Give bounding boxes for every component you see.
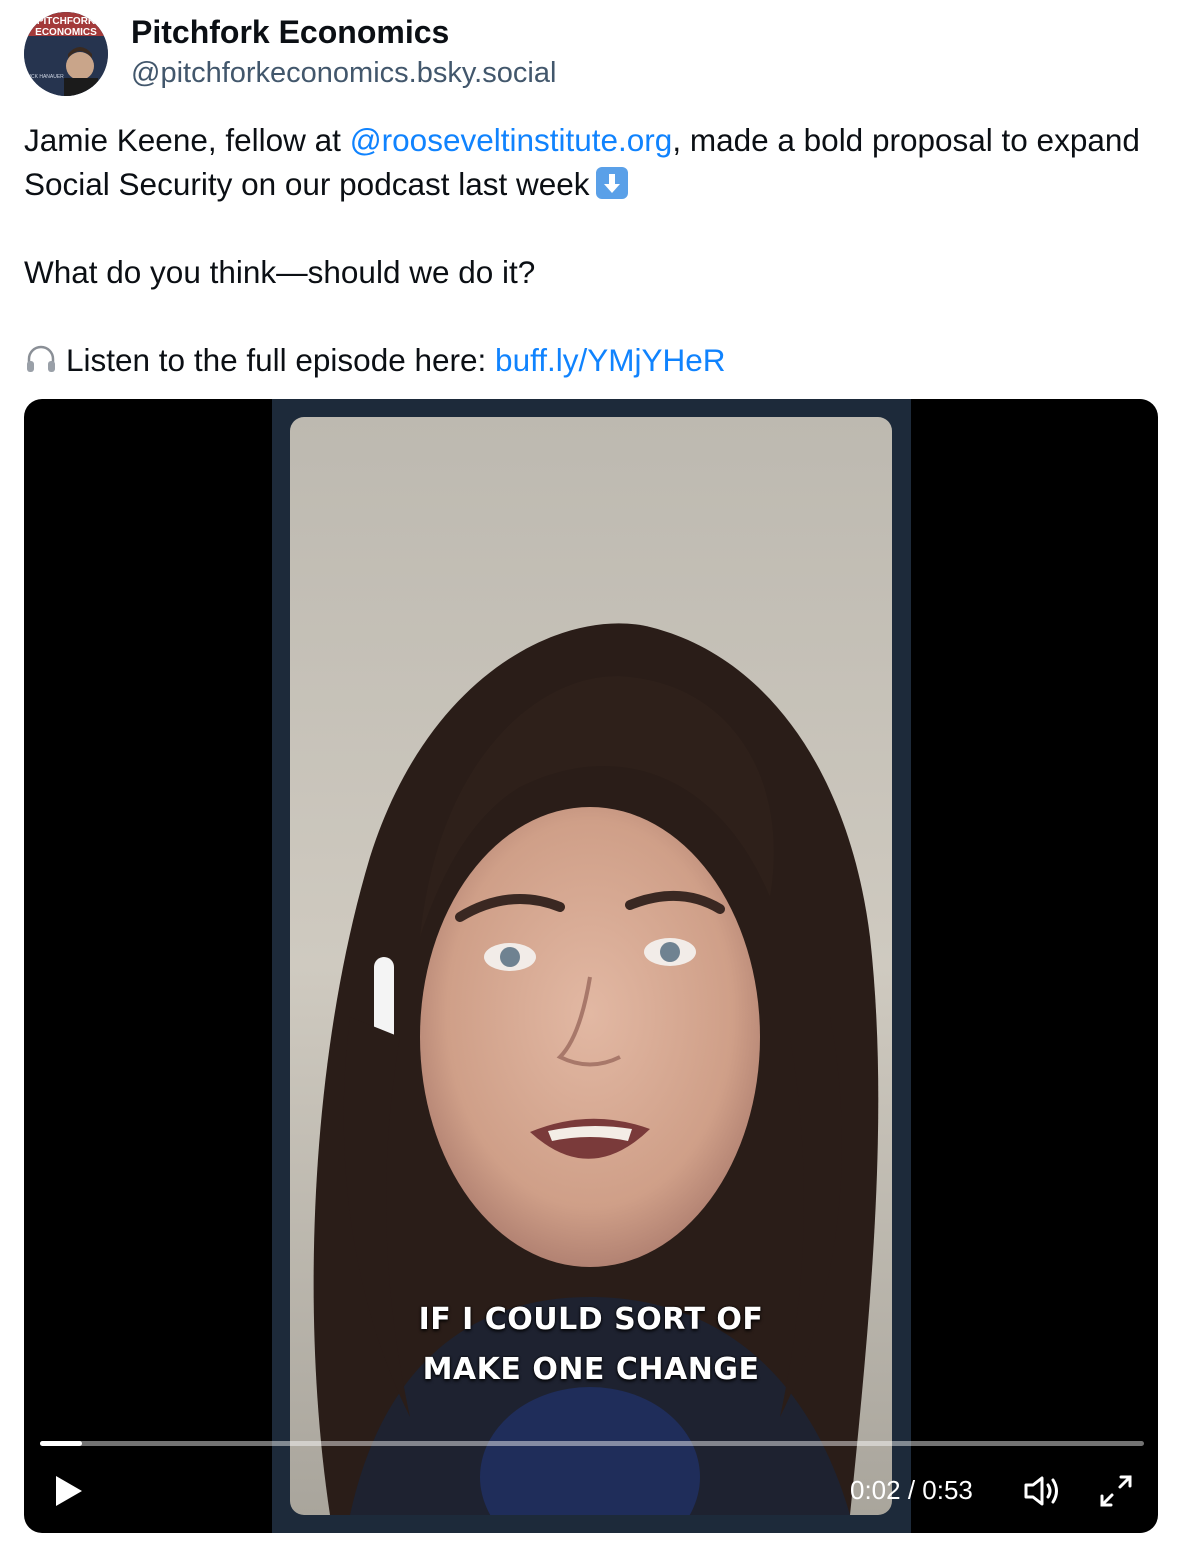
- duration: 0:53: [922, 1475, 973, 1505]
- fullscreen-icon: [1100, 1475, 1132, 1507]
- video-caption: IF I COULD SORT OF MAKE ONE CHANGE: [290, 1295, 892, 1395]
- post-paragraph-3: Listen to the full episode here: buff.ly…: [24, 338, 1164, 382]
- post-text-intro: Jamie Keene, fellow at: [24, 122, 350, 158]
- author-display-name[interactable]: Pitchfork Economics: [131, 14, 449, 51]
- volume-icon: [1024, 1476, 1058, 1506]
- post-paragraph-1: Jamie Keene, fellow at @rooseveltinstitu…: [24, 118, 1164, 206]
- avatar-text: PITCHFORK ECONOMICS: [35, 16, 97, 38]
- video-frame: IF I COULD SORT OF MAKE ONE CHANGE: [272, 399, 911, 1533]
- author-handle[interactable]: @pitchforkeconomics.bsky.social: [131, 57, 556, 90]
- volume-button[interactable]: [1020, 1469, 1064, 1513]
- play-icon: [56, 1476, 82, 1506]
- play-button[interactable]: [48, 1471, 88, 1511]
- avatar-subtext: NICK HANAUER: [26, 74, 64, 80]
- video-content: IF I COULD SORT OF MAKE ONE CHANGE: [290, 417, 892, 1515]
- video-progress-bar[interactable]: [40, 1441, 1144, 1446]
- post: PITCHFORK ECONOMICS NICK HANAUER Pitchfo…: [0, 0, 1182, 1556]
- avatar[interactable]: PITCHFORK ECONOMICS NICK HANAUER: [24, 12, 108, 96]
- current-time: 0:02: [850, 1475, 901, 1505]
- down-arrow-emoji-icon: [595, 167, 628, 199]
- video-player[interactable]: IF I COULD SORT OF MAKE ONE CHANGE 0:02 …: [24, 399, 1158, 1533]
- caption-line-1: IF I COULD SORT OF: [418, 1302, 764, 1337]
- headphones-icon: [24, 342, 58, 376]
- post-text: Jamie Keene, fellow at @rooseveltinstitu…: [24, 118, 1164, 382]
- mention-link[interactable]: @rooseveltinstitute.org: [350, 122, 673, 158]
- fullscreen-button[interactable]: [1094, 1469, 1138, 1513]
- caption-line-2: MAKE ONE CHANGE: [422, 1352, 760, 1387]
- episode-link[interactable]: buff.ly/YMjYHeR: [495, 342, 726, 378]
- listen-text: Listen to the full episode here:: [66, 342, 496, 378]
- video-progress-fill: [40, 1441, 82, 1446]
- video-time-display: 0:02 / 0:53: [850, 1475, 973, 1505]
- post-paragraph-2: What do you think—should we do it?: [24, 254, 536, 290]
